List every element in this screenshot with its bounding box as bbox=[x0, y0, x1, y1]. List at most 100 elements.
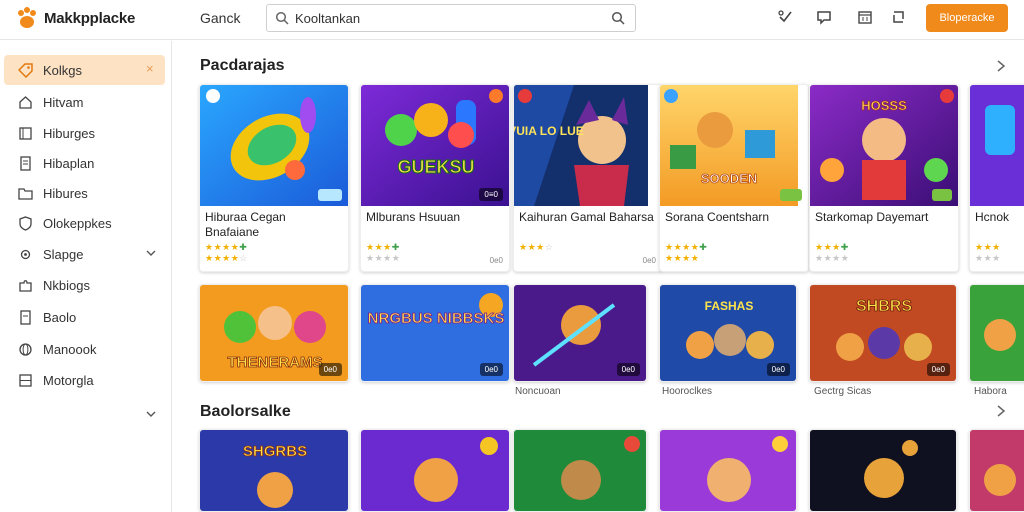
art-title: GUEKSU bbox=[397, 157, 474, 177]
close-icon[interactable]: × bbox=[146, 61, 154, 76]
section-title: Baolorsalke bbox=[200, 403, 291, 420]
rating-stars: ★★★✚ bbox=[366, 242, 504, 253]
game-thumbnail bbox=[361, 430, 509, 511]
chevron-down-icon[interactable] bbox=[145, 247, 157, 259]
search-submit-icon[interactable] bbox=[611, 11, 625, 25]
rating-value: ★★★ bbox=[975, 242, 1001, 252]
rating-value: ★★★★ bbox=[205, 253, 240, 263]
banner-caption: Noncuoan bbox=[515, 386, 561, 397]
game-thumbnail bbox=[200, 85, 348, 206]
primary-action-button[interactable]: Bloperacke bbox=[926, 4, 1008, 32]
game-title: Hcnok bbox=[975, 210, 1010, 224]
publisher-icon bbox=[489, 89, 503, 103]
art-title: SHBRS bbox=[856, 298, 912, 315]
banner-caption: Habora bbox=[974, 386, 1007, 397]
rating-value: ★★★★ bbox=[665, 242, 700, 252]
sidebar-item-hibaplan[interactable]: Hibaplan bbox=[4, 148, 165, 178]
sidebar: Kolkgs × Hitvam Hiburges Hibaplan Hibure… bbox=[0, 41, 172, 512]
document-icon bbox=[20, 310, 31, 325]
book-icon bbox=[19, 127, 32, 140]
game-tile[interactable] bbox=[360, 429, 510, 512]
price-badge: 0e0 bbox=[926, 363, 950, 376]
sidebar-item-label: Hitvam bbox=[43, 95, 84, 110]
game-thumbnail bbox=[810, 430, 956, 511]
game-tile[interactable] bbox=[969, 429, 1024, 512]
sidebar-item-manoook[interactable]: Manoook bbox=[4, 334, 165, 364]
price-label: 0e0 bbox=[642, 256, 656, 265]
rating-empty: ★★★ bbox=[975, 253, 1001, 263]
rating-empty: ★★★★ bbox=[366, 253, 401, 263]
puzzle-icon bbox=[19, 280, 32, 292]
publisher-icon bbox=[940, 89, 954, 103]
sidebar-item-label: Kolkgs bbox=[43, 63, 83, 78]
game-banner[interactable]: THENERAMS 0e0 bbox=[199, 284, 349, 382]
sidebar-item-label: Hibaplan bbox=[43, 156, 95, 171]
search-box[interactable] bbox=[266, 4, 636, 32]
section-title: Pacdarajas bbox=[200, 57, 285, 74]
game-thumbnail bbox=[514, 430, 646, 511]
sidebar-item-label: Olokeppkes bbox=[43, 216, 112, 231]
globe-icon bbox=[19, 343, 32, 356]
game-card[interactable]: SOODEN Sorana Coentsharn ★★★★✚ ★★★★ bbox=[659, 84, 809, 272]
rating-extra: ✚ bbox=[239, 242, 248, 252]
sidebar-item-motorgla[interactable]: Motorgla bbox=[4, 365, 165, 395]
game-card[interactable]: VUIA LO LUE Kaihuran Gamal Baharsa ★★★☆ … bbox=[513, 84, 663, 272]
price-badge: 0e0 bbox=[479, 363, 503, 376]
game-title: Starkomap Dayemart bbox=[815, 210, 929, 224]
price-badge: 0e0 bbox=[766, 363, 790, 376]
rating-stars: ★★★★ bbox=[665, 253, 803, 264]
game-card[interactable]: GUEKSU 0≡0 Mlburans Hsuuan ★★★✚ ★★★★ 0e0 bbox=[360, 84, 510, 272]
rating-stars: ★★★★ bbox=[366, 253, 504, 264]
game-thumbnail: THENERAMS 0e0 bbox=[200, 285, 348, 381]
game-thumbnail: HOSSS bbox=[810, 85, 958, 206]
game-banner[interactable]: NRGBUS NIBBSKS 0e0 bbox=[360, 284, 510, 382]
share-icon[interactable] bbox=[891, 9, 907, 25]
sidebar-item-baolo[interactable]: Baolo bbox=[4, 302, 165, 332]
game-card[interactable]: Hcnok ★★★ ★★★ bbox=[969, 84, 1024, 272]
sidebar-item-nkbiogs[interactable]: Nkbiogs bbox=[4, 270, 165, 300]
game-card[interactable]: Hiburaa Cegan Bnafaiane ★★★★✚ ★★★★☆ bbox=[199, 84, 349, 272]
game-tile[interactable] bbox=[809, 429, 957, 512]
game-thumbnail: GUEKSU 0≡0 bbox=[361, 85, 509, 206]
sidebar-item-label: Motorgla bbox=[43, 373, 94, 388]
rating-stars: ★★★★✚ bbox=[665, 242, 803, 253]
game-tile[interactable] bbox=[513, 429, 647, 512]
chevron-down-icon[interactable] bbox=[145, 408, 157, 420]
game-banner[interactable] bbox=[969, 284, 1024, 382]
sidebar-item-olokeppkes[interactable]: Olokeppkes bbox=[4, 208, 165, 238]
sidebar-item-kolkgs[interactable]: Kolkgs × bbox=[4, 55, 165, 85]
game-banner[interactable]: 0e0 bbox=[513, 284, 647, 382]
rating-value: ★★★★ bbox=[205, 242, 240, 252]
chevron-right-icon[interactable] bbox=[995, 404, 1007, 418]
game-tile[interactable] bbox=[659, 429, 797, 512]
gear-icon bbox=[20, 249, 31, 260]
game-banner[interactable]: SHBRS 0e0 bbox=[809, 284, 957, 382]
game-banner[interactable]: FASHAS 0e0 bbox=[659, 284, 797, 382]
calendar-icon[interactable] bbox=[857, 9, 873, 25]
paw-logo-icon[interactable] bbox=[16, 6, 38, 30]
game-card[interactable]: HOSSS Starkomap Dayemart ★★★✚ ★★★★ bbox=[809, 84, 959, 272]
sidebar-item-hibures[interactable]: Hibures bbox=[4, 178, 165, 208]
sidebar-item-hiburges[interactable]: Hiburges bbox=[4, 118, 165, 148]
art-title: FASHAS bbox=[705, 299, 754, 313]
sidebar-item-slapge[interactable]: Slapge bbox=[4, 239, 165, 269]
game-thumbnail: SOODEN bbox=[660, 85, 808, 206]
nav-link[interactable]: Ganck bbox=[200, 10, 240, 26]
publisher-icon bbox=[664, 89, 678, 103]
chat-icon[interactable] bbox=[816, 9, 832, 25]
price-badge: 0e0 bbox=[616, 363, 640, 376]
rating-empty: ☆ bbox=[544, 242, 554, 252]
sidebar-item-hitvam[interactable]: Hitvam bbox=[4, 87, 165, 117]
publisher-icon bbox=[206, 89, 220, 103]
game-title: Sorana Coentsharn bbox=[665, 210, 770, 224]
game-tile[interactable]: SHGRBS bbox=[199, 429, 349, 512]
game-title: Hiburaa Cegan Bnafaiane bbox=[205, 210, 286, 239]
art-title: SOODEN bbox=[701, 171, 757, 186]
wishlist-icon[interactable] bbox=[777, 9, 793, 25]
price-badge bbox=[318, 189, 342, 201]
game-thumbnail: SHGRBS bbox=[200, 430, 348, 511]
search-input[interactable] bbox=[295, 9, 595, 27]
chevron-right-icon[interactable] bbox=[995, 59, 1007, 73]
brand-name[interactable]: Makkpplacke bbox=[44, 10, 135, 27]
rating-empty: ★★★★ bbox=[815, 253, 850, 263]
